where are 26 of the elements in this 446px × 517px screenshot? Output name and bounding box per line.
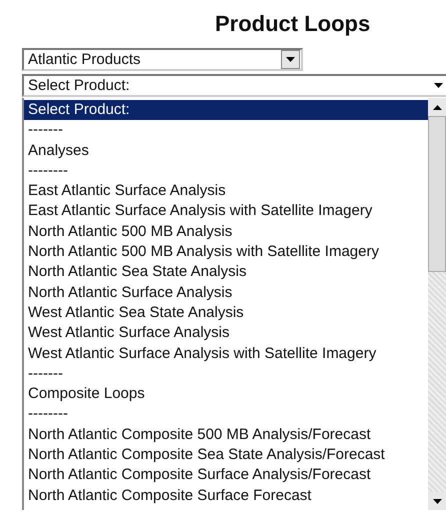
scroll-up-icon[interactable] — [428, 98, 446, 116]
product-dropdown[interactable]: Select Product: — [22, 74, 446, 97]
list-option[interactable]: North Atlantic 500 MB Analysis — [24, 222, 428, 242]
list-option[interactable]: Analyses — [24, 140, 428, 161]
list-option[interactable]: Composite Loops — [24, 384, 428, 404]
list-option[interactable]: North Atlantic Composite Surface Forecast — [24, 486, 428, 506]
list-option[interactable]: West Atlantic Surface Analysis — [24, 323, 428, 344]
list-option[interactable]: West Atlantic Surface Analysis with Satellite Imagery — [24, 344, 428, 364]
list-option[interactable]: -------- — [24, 404, 428, 425]
list-option[interactable]: North Atlantic Surface Analysis — [24, 282, 428, 303]
list-option[interactable]: North Atlantic Composite Surface Analysis/Forecast — [24, 465, 428, 486]
scrollbar[interactable] — [428, 98, 446, 510]
list-option[interactable]: North Atlantic Sea State Analysis — [24, 262, 428, 283]
list-option[interactable]: ------- — [24, 364, 428, 384]
list-option[interactable]: East Atlantic Surface Analysis — [24, 181, 428, 202]
list-option[interactable]: Select Product: — [24, 100, 428, 120]
list-option[interactable]: East Atlantic Surface Analysis with Satellite Imagery — [24, 201, 428, 222]
list-option[interactable]: ------- — [24, 120, 428, 141]
region-dropdown[interactable]: Atlantic Products — [22, 48, 303, 71]
list-option[interactable]: West Atlantic Sea State Analysis — [24, 302, 428, 324]
list-option[interactable]: -------- — [24, 160, 428, 182]
scroll-down-icon[interactable] — [428, 492, 446, 510]
page-title: Product Loops — [215, 10, 370, 38]
list-option[interactable]: North Atlantic Composite 500 MB Analysis/Forecast — [24, 424, 428, 446]
list-option[interactable]: North Atlantic 500 MB Analysis with Satellite Imagery — [24, 242, 428, 262]
list-option[interactable]: North Atlantic Composite Sea State Analysis/Forecast — [24, 445, 428, 466]
